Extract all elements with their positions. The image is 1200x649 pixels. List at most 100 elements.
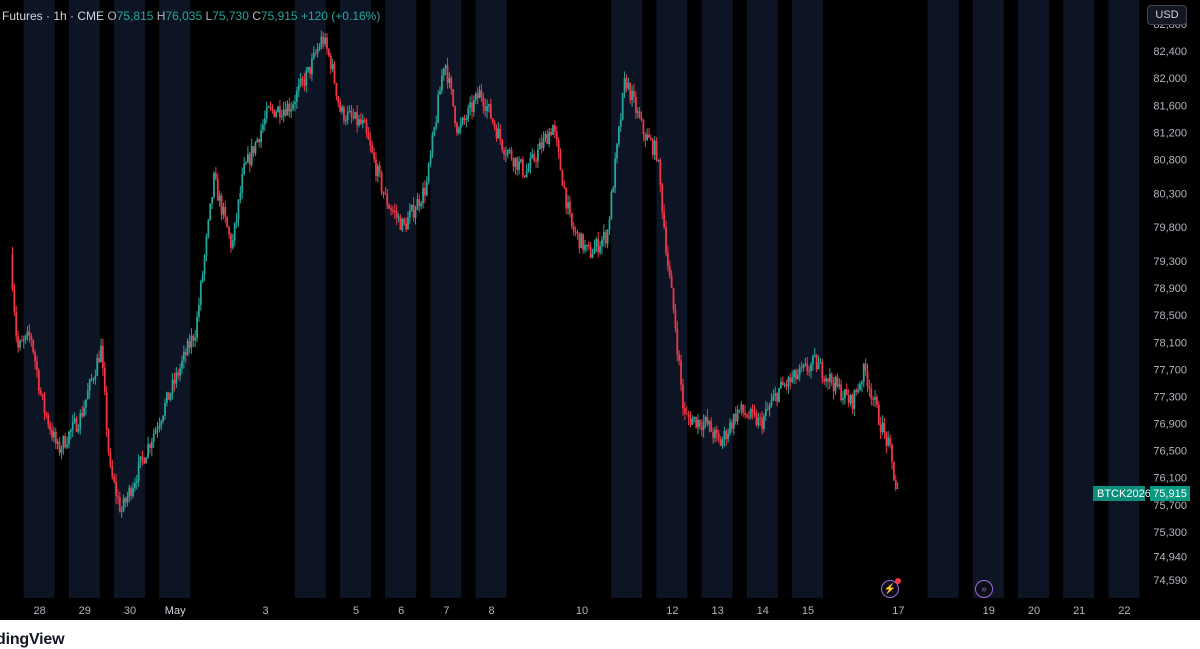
candle-body — [424, 187, 426, 196]
candle-body — [56, 441, 59, 444]
candle-body — [437, 94, 440, 123]
brand-logo: dingView — [0, 631, 65, 648]
candle-body — [107, 429, 110, 453]
candle-body — [751, 408, 754, 412]
y-tick-label: 82,000 — [1153, 73, 1187, 85]
candle-body — [214, 172, 217, 179]
candle-body — [211, 197, 214, 204]
candle-body — [593, 247, 596, 255]
lightning-bolt-icon[interactable]: ⚡ — [881, 578, 901, 598]
forward-arrows-icon[interactable]: » — [975, 580, 993, 598]
candle-body — [785, 384, 788, 387]
candle-body — [312, 52, 315, 59]
candle-body — [544, 134, 547, 138]
candle-body — [857, 389, 859, 392]
session-band — [1108, 0, 1140, 598]
candle-body — [416, 199, 419, 211]
candle-body — [403, 218, 406, 224]
candle-body — [369, 139, 372, 146]
candle-body — [196, 317, 198, 338]
candle-body — [482, 97, 485, 107]
candle-body — [152, 433, 155, 442]
candle-body — [542, 137, 545, 149]
candle-body — [834, 376, 837, 392]
candle-body — [395, 211, 398, 218]
session-band — [656, 0, 688, 598]
candle-body — [356, 112, 359, 126]
session-band — [927, 0, 959, 598]
candle-body — [440, 75, 443, 91]
candle-body — [354, 112, 357, 119]
candle-body — [548, 131, 551, 145]
y-tick-label: 81,200 — [1153, 127, 1187, 139]
candle-body — [552, 125, 554, 135]
candle-body — [54, 431, 57, 444]
session-band — [792, 0, 823, 598]
candle-body — [546, 134, 549, 145]
candle-body — [49, 425, 52, 430]
candle-body — [309, 67, 311, 74]
y-tick-label: 80,300 — [1153, 188, 1187, 200]
candle-body — [527, 168, 530, 172]
candle-body — [770, 400, 773, 406]
candle-body — [584, 244, 586, 251]
y-tick-label: 74,940 — [1153, 551, 1187, 563]
candle-body — [156, 428, 159, 430]
candle-body — [375, 159, 377, 177]
chart-area[interactable]: 74,590 74,940 75,300 75,700 76,100 76,500 76,9… — [0, 0, 1200, 649]
candle-body — [682, 384, 684, 409]
candle-body — [495, 127, 498, 139]
candle-body — [516, 157, 519, 170]
candle-body — [26, 331, 29, 336]
candlestick-chart[interactable]: 74,590 74,940 75,300 75,700 76,100 76,500 76,9… — [0, 0, 1200, 620]
candle-body — [587, 244, 590, 248]
candle-body — [755, 413, 758, 426]
candle-body — [88, 379, 91, 391]
candle-body — [329, 55, 332, 70]
candle-body — [828, 373, 831, 382]
candle-body — [862, 363, 865, 383]
candle-body — [92, 379, 95, 381]
low-value: 75,730 — [212, 9, 249, 23]
candle-body — [318, 47, 321, 50]
candle-body — [24, 335, 27, 340]
candle-body — [224, 207, 227, 218]
high-value: 76,035 — [165, 9, 203, 23]
candle-body — [561, 170, 564, 186]
candle-body — [292, 104, 294, 109]
candle-body — [889, 437, 892, 445]
candle-body — [488, 104, 490, 107]
candle-body — [51, 429, 53, 438]
candle-body — [569, 201, 571, 213]
candle-body — [39, 390, 42, 395]
candle-body — [704, 417, 707, 422]
candle-body — [139, 456, 142, 462]
candle-body — [800, 367, 803, 369]
x-tick-label: May — [165, 605, 186, 617]
candle-body — [883, 422, 886, 433]
candle-body — [768, 405, 771, 410]
candle-body — [335, 83, 338, 97]
candle-body — [397, 216, 400, 218]
candle-body — [469, 102, 472, 108]
candle-body — [66, 444, 68, 448]
candle-body — [254, 142, 257, 154]
candle-body — [467, 107, 470, 120]
candle-body — [876, 397, 878, 405]
candle-body — [795, 370, 797, 380]
candle-body — [420, 203, 423, 207]
candle-body — [220, 195, 223, 215]
candle-body — [838, 384, 841, 387]
candle-body — [222, 207, 225, 215]
candle-body — [233, 222, 236, 241]
candle-body — [177, 372, 180, 376]
candle-body — [47, 415, 50, 426]
candle-body — [808, 371, 811, 373]
candle-body — [290, 108, 293, 112]
candle-body — [625, 78, 628, 89]
candle-body — [553, 125, 556, 132]
candle-body — [738, 409, 741, 411]
currency-button[interactable]: USD — [1147, 5, 1187, 25]
candle-body — [565, 187, 568, 209]
candle-body — [612, 187, 615, 193]
